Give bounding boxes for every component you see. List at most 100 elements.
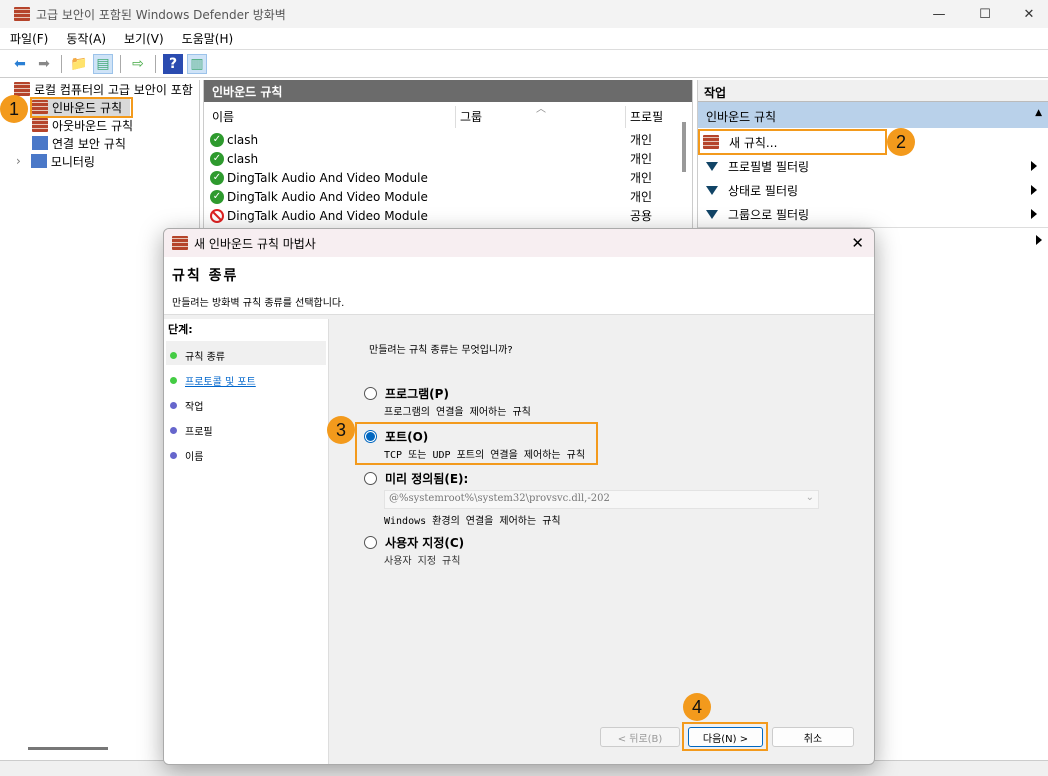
table-row[interactable]: DingTalk Audio And Video Module 공용 [210, 206, 680, 225]
allow-icon: ✓ [210, 151, 224, 166]
column-group[interactable]: 그룹 [460, 108, 482, 125]
tree-item-outbound[interactable]: 아웃바운드 규칙 [32, 116, 133, 134]
option-program[interactable]: 프로그램(P) [364, 385, 449, 402]
option-custom[interactable]: 사용자 지정(C) [364, 534, 464, 551]
rule-profile: 공용 [630, 209, 653, 223]
tree-item-monitoring[interactable]: › 모니터링 [16, 152, 95, 170]
option-predefined[interactable]: 미리 정의됨(E): [364, 470, 468, 487]
forward-arrow-icon[interactable]: ➡ [34, 54, 54, 74]
highlight-box [355, 422, 598, 465]
predefined-value: @%systemroot%\system32\provsvc.dll,-202 [389, 493, 610, 504]
action-label: 프로필별 필터링 [728, 159, 810, 174]
filter-icon [706, 185, 718, 195]
close-button[interactable]: ✕ [1006, 0, 1048, 28]
highlight-box [30, 97, 133, 118]
radio-custom[interactable] [364, 536, 377, 549]
column-profile[interactable]: 프로필 [630, 108, 663, 125]
chevron-right-icon[interactable]: › [16, 154, 21, 168]
toolbar-separator [61, 55, 62, 73]
step-label: 작업 [185, 402, 204, 413]
tree-root[interactable]: 로컬 컴퓨터의 고급 보안이 포함 [14, 80, 193, 98]
predefined-select[interactable]: @%systemroot%\system32\provsvc.dll,-202 ⌄ [384, 490, 819, 509]
filter-by-group-action[interactable]: 그룹으로 필터링 [703, 203, 1043, 225]
dialog-header: 규칙 종류 만들려는 방화벽 규칙 종류를 선택합니다. [164, 257, 874, 315]
allow-icon: ✓ [210, 170, 224, 185]
back-button[interactable]: < 뒤로(B) [600, 727, 680, 747]
highlight-box [698, 129, 887, 155]
step-pending-icon [170, 427, 177, 434]
rule-profile: 개인 [630, 190, 653, 204]
collapse-icon[interactable]: ▲ [1035, 108, 1042, 118]
step-label: 규칙 종류 [185, 352, 225, 363]
column-name[interactable]: 이름 [212, 108, 234, 125]
toolbar-separator [155, 55, 156, 73]
step-complete-icon [170, 352, 177, 359]
highlight-box [682, 722, 768, 751]
step-label: 프로필 [185, 427, 213, 438]
step-badge-4: 4 [683, 693, 711, 721]
step-link[interactable]: 프로토콜 및 포트 [185, 373, 256, 388]
outbound-rules-icon [32, 118, 48, 132]
menu-file[interactable]: 파일(F) [10, 30, 48, 47]
rule-profile: 개인 [630, 152, 653, 166]
step-name: 이름 [170, 448, 203, 463]
tree-label: 모니터링 [50, 154, 95, 169]
minimize-button[interactable]: — [916, 0, 962, 28]
submenu-arrow-icon [1031, 185, 1037, 195]
cancel-button[interactable]: 취소 [772, 727, 854, 747]
export-icon[interactable]: ⇨ [128, 54, 148, 74]
show-tree-icon[interactable]: ▤ [93, 54, 113, 74]
filter-by-profile-action[interactable]: 프로필별 필터링 [703, 155, 1043, 177]
vertical-scrollbar[interactable] [682, 122, 686, 172]
table-row[interactable]: ✓ DingTalk Audio And Video Module 개인 [210, 187, 680, 206]
rules-pane-title: 인바운드 규칙 [204, 80, 692, 102]
show-action-pane-icon[interactable]: ▥ [187, 54, 207, 74]
tree-label: 연결 보안 규칙 [52, 136, 126, 151]
tree-label: 아웃바운드 규칙 [52, 118, 134, 133]
chevron-down-icon: ⌄ [805, 492, 814, 503]
sort-up-icon: ︿ [536, 104, 546, 115]
connection-security-icon [32, 136, 48, 150]
help-icon[interactable]: ? [163, 54, 183, 74]
step-pending-icon [170, 402, 177, 409]
step-protocol-ports[interactable]: 프로토콜 및 포트 [170, 373, 256, 388]
step-badge-1: 1 [0, 95, 28, 123]
rule-name: DingTalk Audio And Video Module [227, 208, 428, 223]
steps-panel: 단계: 규칙 종류 프로토콜 및 포트 작업 프로필 이름 [164, 319, 329, 764]
question-text: 만들려는 규칙 종류는 무엇입니까? [369, 345, 513, 356]
steps-label: 단계: [168, 323, 193, 336]
monitoring-icon [30, 154, 47, 168]
tree-item-connection-security[interactable]: 연결 보안 규칙 [32, 134, 126, 152]
table-row[interactable]: ✓ DingTalk Audio And Video Module 개인 [210, 168, 680, 187]
firewall-globe-icon [14, 82, 30, 96]
table-row[interactable]: ✓ clash 개인 [210, 130, 680, 149]
back-arrow-icon[interactable]: ⬅ [10, 54, 30, 74]
up-folder-icon[interactable]: 📁 [69, 54, 89, 74]
dialog-subheading: 만들려는 방화벽 규칙 종류를 선택합니다. [172, 298, 345, 309]
menu-view[interactable]: 보기(V) [124, 30, 164, 47]
horizontal-scrollbar[interactable] [28, 747, 108, 750]
dialog-close-icon[interactable]: ✕ [851, 234, 864, 252]
actions-section-inbound[interactable]: 인바운드 규칙 ▲ [698, 102, 1048, 128]
block-icon [210, 208, 224, 223]
menu-help[interactable]: 도움말(H) [182, 30, 234, 47]
menu-bar: 파일(F) 동작(A) 보기(V) 도움말(H) [0, 28, 1048, 50]
submenu-arrow-icon[interactable] [1036, 235, 1042, 245]
rule-name: clash [227, 132, 259, 147]
toolbar-separator [120, 55, 121, 73]
step-profile: 프로필 [170, 423, 213, 438]
step-badge-2: 2 [887, 128, 915, 156]
dialog-heading: 규칙 종류 [172, 268, 239, 284]
action-label: 그룹으로 필터링 [728, 207, 810, 222]
filter-by-state-action[interactable]: 상태로 필터링 [703, 179, 1043, 201]
option-desc: 사용자 지정 규칙 [384, 556, 461, 567]
radio-program[interactable] [364, 387, 377, 400]
table-row[interactable]: ✓ clash 개인 [210, 149, 680, 168]
step-rule-type: 규칙 종류 [170, 348, 225, 363]
maximize-button[interactable]: ☐ [962, 0, 1008, 28]
menu-action[interactable]: 동작(A) [66, 30, 106, 47]
option-desc: 프로그램의 연결을 제어하는 규칙 [384, 407, 531, 418]
radio-predefined[interactable] [364, 472, 377, 485]
rule-name: DingTalk Audio And Video Module [227, 170, 428, 185]
toolbar: ⬅ ➡ 📁 ▤ ⇨ ? ▥ [0, 51, 1048, 78]
